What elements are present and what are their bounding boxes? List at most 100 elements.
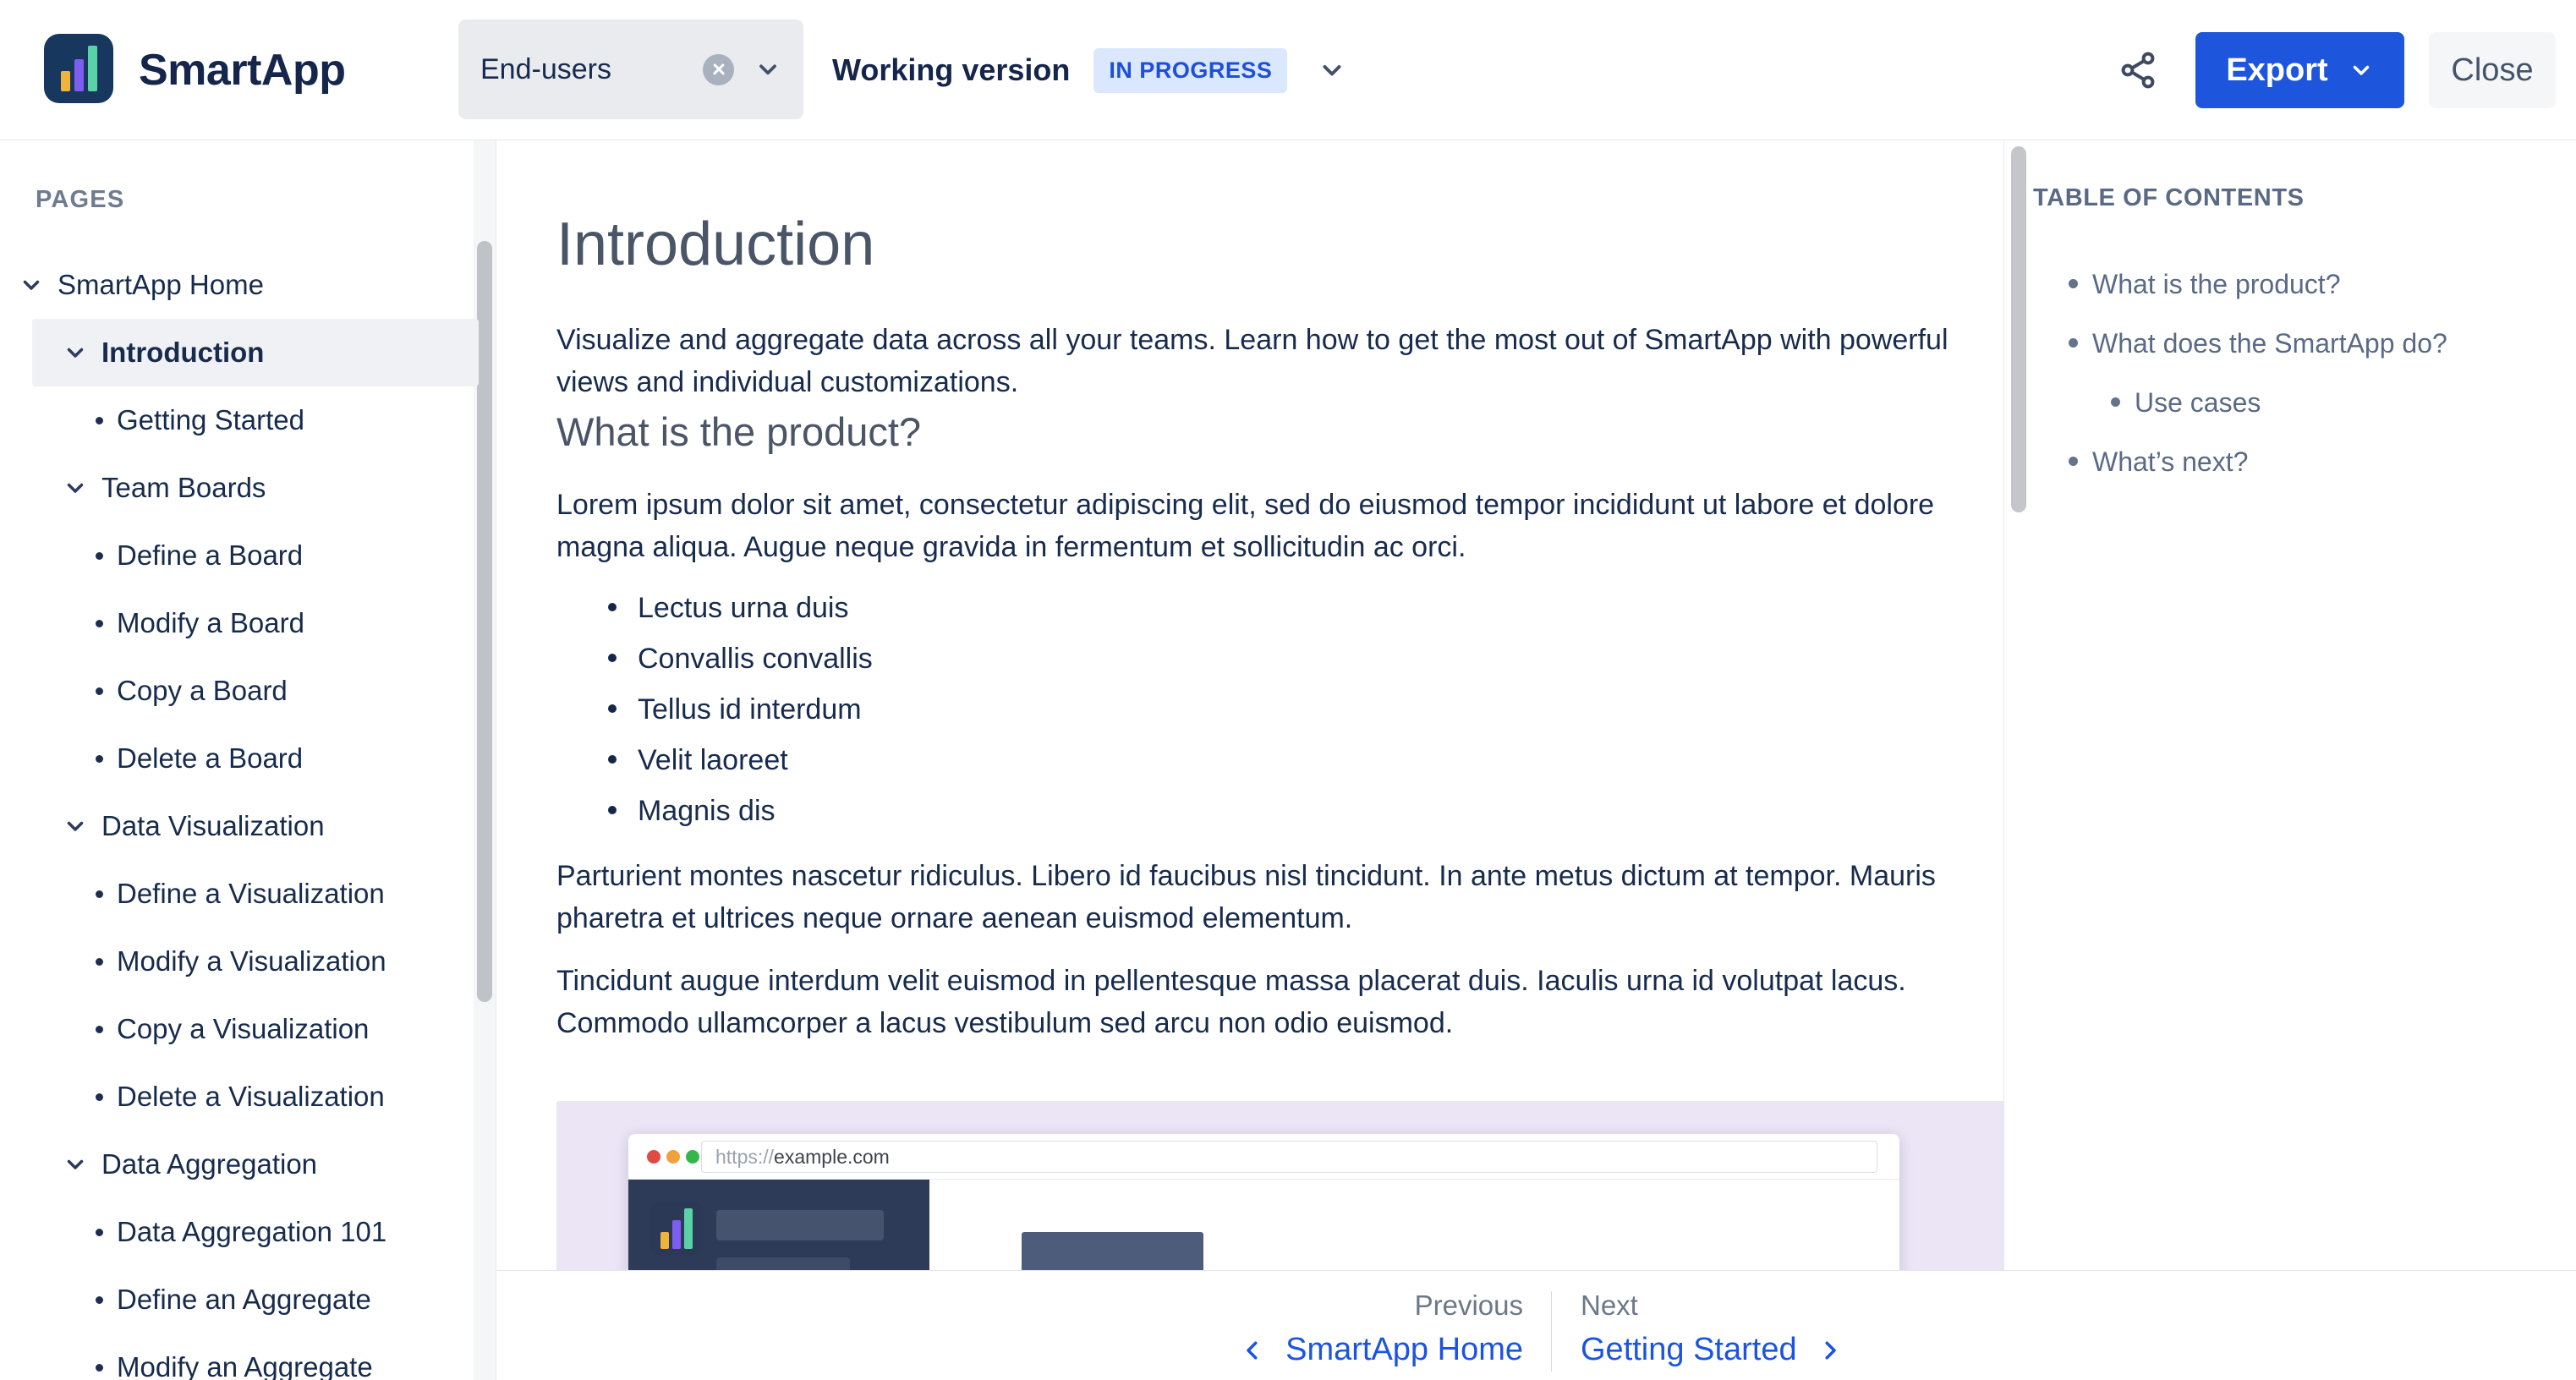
bullet-icon — [96, 620, 103, 627]
version-status-badge: IN PROGRESS — [1093, 48, 1287, 93]
page-title: Introduction — [556, 211, 2003, 278]
page-tree-item[interactable]: Modify a Board — [0, 589, 496, 657]
url-host: example.com — [774, 1146, 890, 1169]
page-tree-item[interactable]: Define a Visualization — [0, 860, 496, 928]
browser-mockup-chrome: https://example.com — [628, 1134, 1899, 1180]
toc-title: TABLE OF CONTENTS — [2033, 184, 2305, 212]
content-scrollbar-thumb[interactable] — [2011, 146, 2026, 512]
app-title: SmartApp — [139, 0, 345, 140]
page-tree-item-label: Define a Board — [117, 539, 303, 572]
page-tree-item-label: Define a Visualization — [117, 878, 385, 910]
page-tree-item-label: Getting Started — [117, 404, 304, 436]
section-heading: What is the product? — [556, 408, 2003, 456]
bullet-list: Lectus urna duis Convallis convallis Tel… — [556, 589, 2003, 830]
chevron-left-icon — [1240, 1338, 1265, 1363]
page-tree-item[interactable]: Data Visualization — [0, 792, 496, 860]
bullet-icon — [96, 1093, 103, 1101]
mockup-logo-icon — [650, 1202, 703, 1256]
traffic-light-red-icon — [647, 1150, 660, 1164]
logo-bar-yellow — [61, 71, 70, 91]
pages-sidebar: PAGES SmartApp Home Introduction — [0, 140, 496, 1380]
page-tree-item[interactable]: Modify an Aggregate — [0, 1333, 496, 1380]
page-tree-item[interactable]: Data Aggregation 101 — [0, 1198, 496, 1266]
page-tree-item[interactable]: Copy a Board — [0, 657, 496, 725]
bullet-icon — [96, 890, 103, 898]
page-tree-item-label: Team Boards — [101, 472, 266, 504]
page-tree-item-label: Data Aggregation 101 — [117, 1216, 386, 1248]
bullet-icon — [96, 417, 103, 424]
footer-divider — [1551, 1291, 1552, 1372]
next-page-link[interactable]: Getting Started — [1581, 1332, 1843, 1368]
app-logo-icon — [44, 34, 113, 103]
traffic-light-green-icon — [686, 1150, 699, 1164]
clear-selection-icon[interactable] — [703, 54, 734, 85]
toc-item[interactable]: What does the SmartApp do? — [2031, 326, 2573, 360]
chevron-right-icon — [1817, 1338, 1843, 1363]
toc-item[interactable]: Use cases — [2031, 386, 2573, 419]
page-tree: SmartApp Home Introduction Getting Start… — [0, 251, 496, 1380]
page-tree-item-label: Introduction — [101, 337, 264, 369]
bullet-list-item: Convallis convallis — [608, 640, 2003, 677]
page-tree-item[interactable]: Delete a Board — [0, 725, 496, 792]
app-window: SmartApp End-users Working version IN PR… — [0, 0, 2576, 1380]
next-page-title: Getting Started — [1581, 1332, 1797, 1368]
page-tree-item[interactable]: Define an Aggregate — [0, 1266, 496, 1333]
page-tree-item[interactable]: Introduction — [0, 319, 496, 386]
toc-item[interactable]: What’s next? — [2031, 445, 2573, 479]
body-paragraph: Lorem ipsum dolor sit amet, consectetur … — [556, 484, 2003, 568]
page-tree-item-label: Delete a Visualization — [117, 1081, 385, 1113]
page-tree-item[interactable]: Define a Board — [0, 522, 496, 589]
chevron-down-icon — [2349, 58, 2374, 83]
traffic-light-yellow-icon — [666, 1150, 680, 1164]
bullet-list-item: Velit laoreet — [608, 742, 2003, 779]
page-tree-item[interactable]: Team Boards — [0, 454, 496, 522]
share-icon[interactable] — [2118, 50, 2158, 90]
page-tree-item[interactable]: Modify a Visualization — [0, 928, 496, 995]
page-tree-item[interactable]: Getting Started — [0, 386, 496, 454]
export-button[interactable]: Export — [2195, 32, 2404, 108]
chevron-down-icon — [1318, 56, 1346, 85]
chevron-down-icon[interactable] — [63, 475, 88, 501]
chevron-down-icon — [754, 56, 781, 83]
export-button-label: Export — [2226, 52, 2327, 89]
document-content: Introduction Visualize and aggregate dat… — [496, 140, 2003, 1380]
page-tree-item[interactable]: SmartApp Home — [0, 251, 496, 319]
pages-sidebar-title: PAGES — [36, 186, 124, 214]
page-tree-item[interactable]: Copy a Visualization — [0, 995, 496, 1063]
traffic-lights-icon — [647, 1150, 699, 1164]
logo-bar-purple — [672, 1220, 681, 1249]
page-tree-item[interactable]: Data Aggregation — [0, 1131, 496, 1198]
toc-list: What is the product? What does the Smart… — [2031, 267, 2573, 504]
close-button[interactable]: Close — [2429, 32, 2556, 108]
app-header: SmartApp End-users Working version IN PR… — [0, 0, 2576, 140]
content-scrollbar-track — [2003, 141, 2004, 1380]
bullet-list-item: Tellus id interdum — [608, 691, 2003, 728]
chevron-down-icon[interactable] — [19, 272, 44, 298]
logo-bar-teal — [684, 1208, 693, 1249]
next-label: Next — [1581, 1290, 1843, 1322]
page-tree-item-label: Modify an Aggregate — [117, 1351, 373, 1380]
page-tree-item-label: Define an Aggregate — [117, 1284, 371, 1316]
bullet-list-item: Magnis dis — [608, 792, 2003, 830]
space-selector-dropdown[interactable]: End-users — [458, 19, 803, 119]
bullet-icon — [96, 1026, 103, 1033]
logo-bar-teal — [88, 46, 97, 91]
previous-page-block: Previous SmartApp Home — [1088, 1290, 1523, 1368]
logo-bar-purple — [74, 59, 84, 91]
page-tree-item-label: Data Visualization — [101, 810, 325, 842]
bullet-icon — [96, 755, 103, 763]
body-paragraph: Tincidunt augue interdum velit euismod i… — [556, 960, 2003, 1044]
page-tree-item-label: Data Aggregation — [101, 1148, 317, 1180]
pagination-footer: Previous SmartApp Home Next Getting Star… — [496, 1270, 2576, 1380]
bullet-icon — [96, 1229, 103, 1236]
previous-label: Previous — [1088, 1290, 1523, 1322]
previous-page-link[interactable]: SmartApp Home — [1088, 1332, 1523, 1368]
chevron-down-icon[interactable] — [63, 340, 88, 365]
version-selector[interactable]: Working version IN PROGRESS — [832, 0, 1346, 140]
page-tree-item[interactable]: Delete a Visualization — [0, 1063, 496, 1131]
toc-item[interactable]: What is the product? — [2031, 267, 2573, 301]
chevron-down-icon[interactable] — [63, 1152, 88, 1177]
chevron-down-icon[interactable] — [63, 813, 88, 839]
logo-bar-yellow — [660, 1232, 669, 1249]
page-tree-item-label: Copy a Board — [117, 675, 288, 707]
